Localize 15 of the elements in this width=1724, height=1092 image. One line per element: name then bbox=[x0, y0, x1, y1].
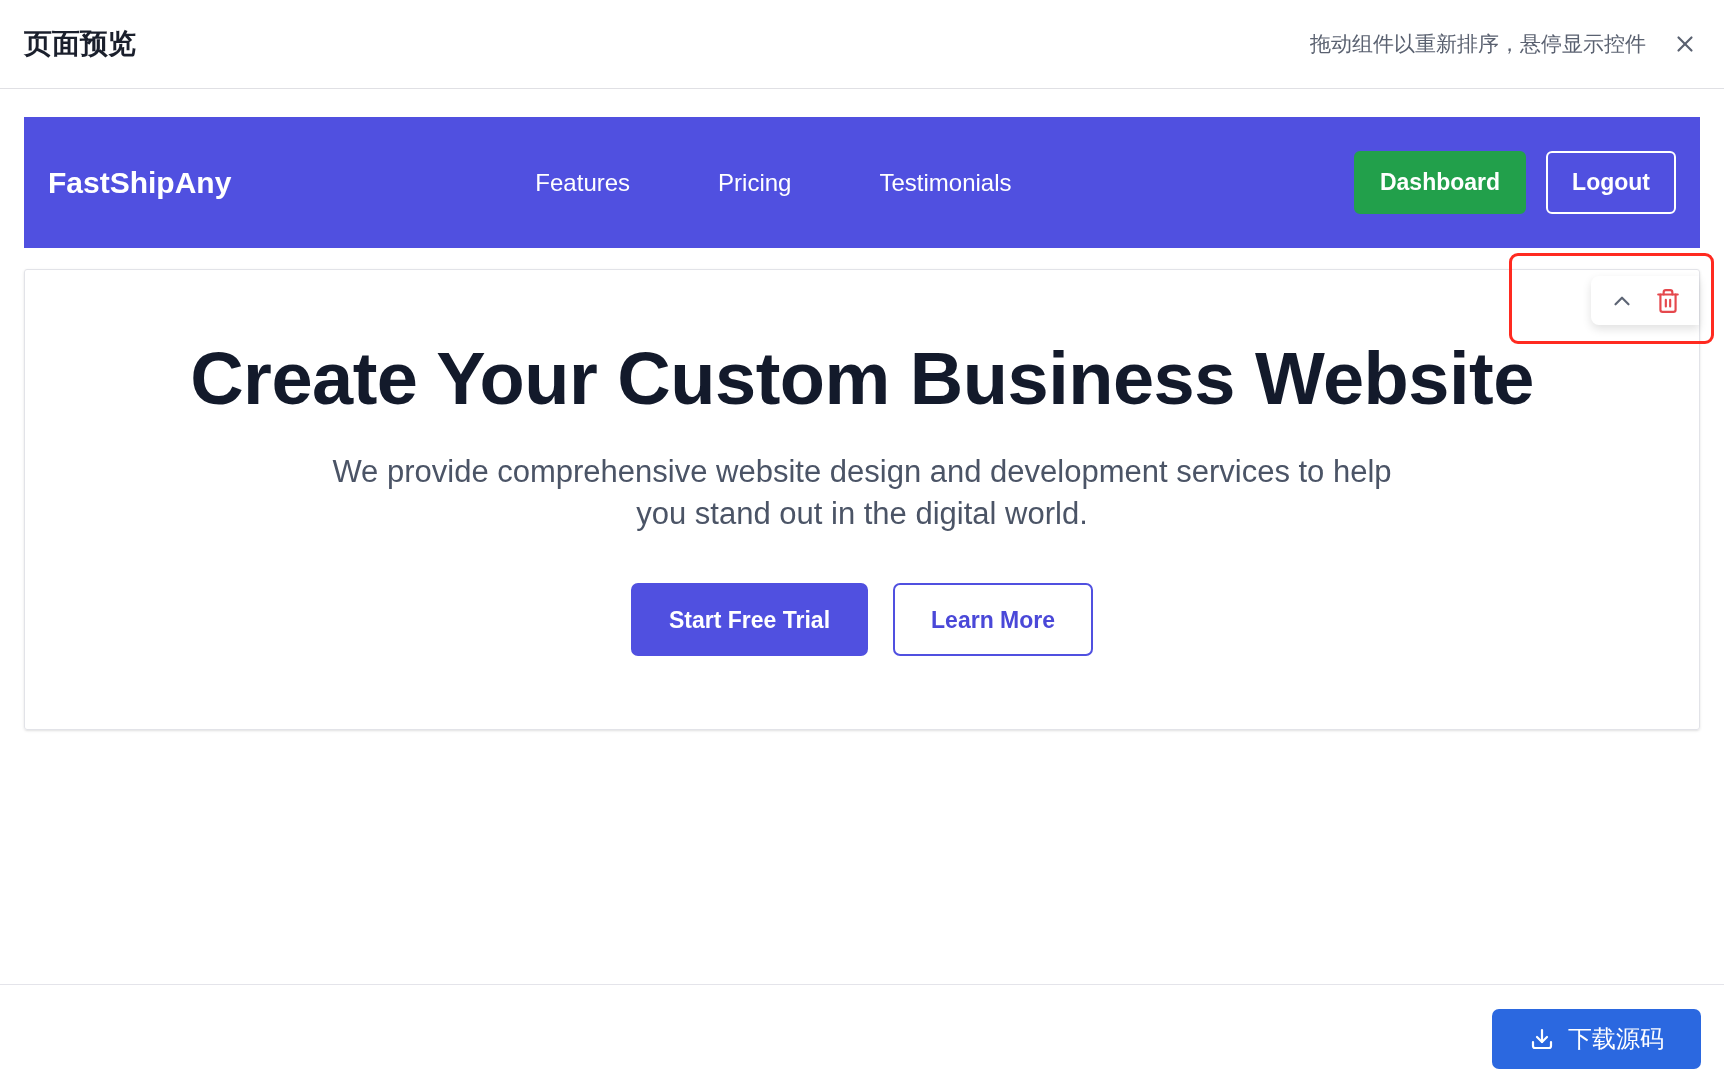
nav-link[interactable]: Pricing bbox=[718, 164, 792, 201]
nav-link[interactable]: Testimonials bbox=[879, 164, 1012, 201]
site-logo[interactable]: FastShipAny bbox=[48, 160, 232, 205]
nav-link[interactable]: Features bbox=[535, 164, 631, 201]
download-icon bbox=[1529, 1027, 1554, 1051]
dialog-title: 页面预览 bbox=[24, 27, 136, 61]
download-button[interactable]: 下载源码 bbox=[1492, 1009, 1701, 1069]
hero-button[interactable]: Start Free Trial bbox=[630, 583, 869, 657]
hero-button[interactable]: Learn More bbox=[893, 583, 1094, 657]
nav-button[interactable]: Logout bbox=[1546, 151, 1676, 214]
nav-button[interactable]: Dashboard bbox=[1353, 151, 1527, 214]
dialog-hint: 拖动组件以重新排序，悬停显示控件 bbox=[1310, 31, 1646, 58]
hero-subtitle: We provide comprehensive website design and development services to help you stand out in the digital world. bbox=[331, 453, 1393, 534]
trash-icon[interactable] bbox=[1655, 287, 1681, 314]
hero-title: Create Your Custom Business Website bbox=[190, 338, 1534, 420]
